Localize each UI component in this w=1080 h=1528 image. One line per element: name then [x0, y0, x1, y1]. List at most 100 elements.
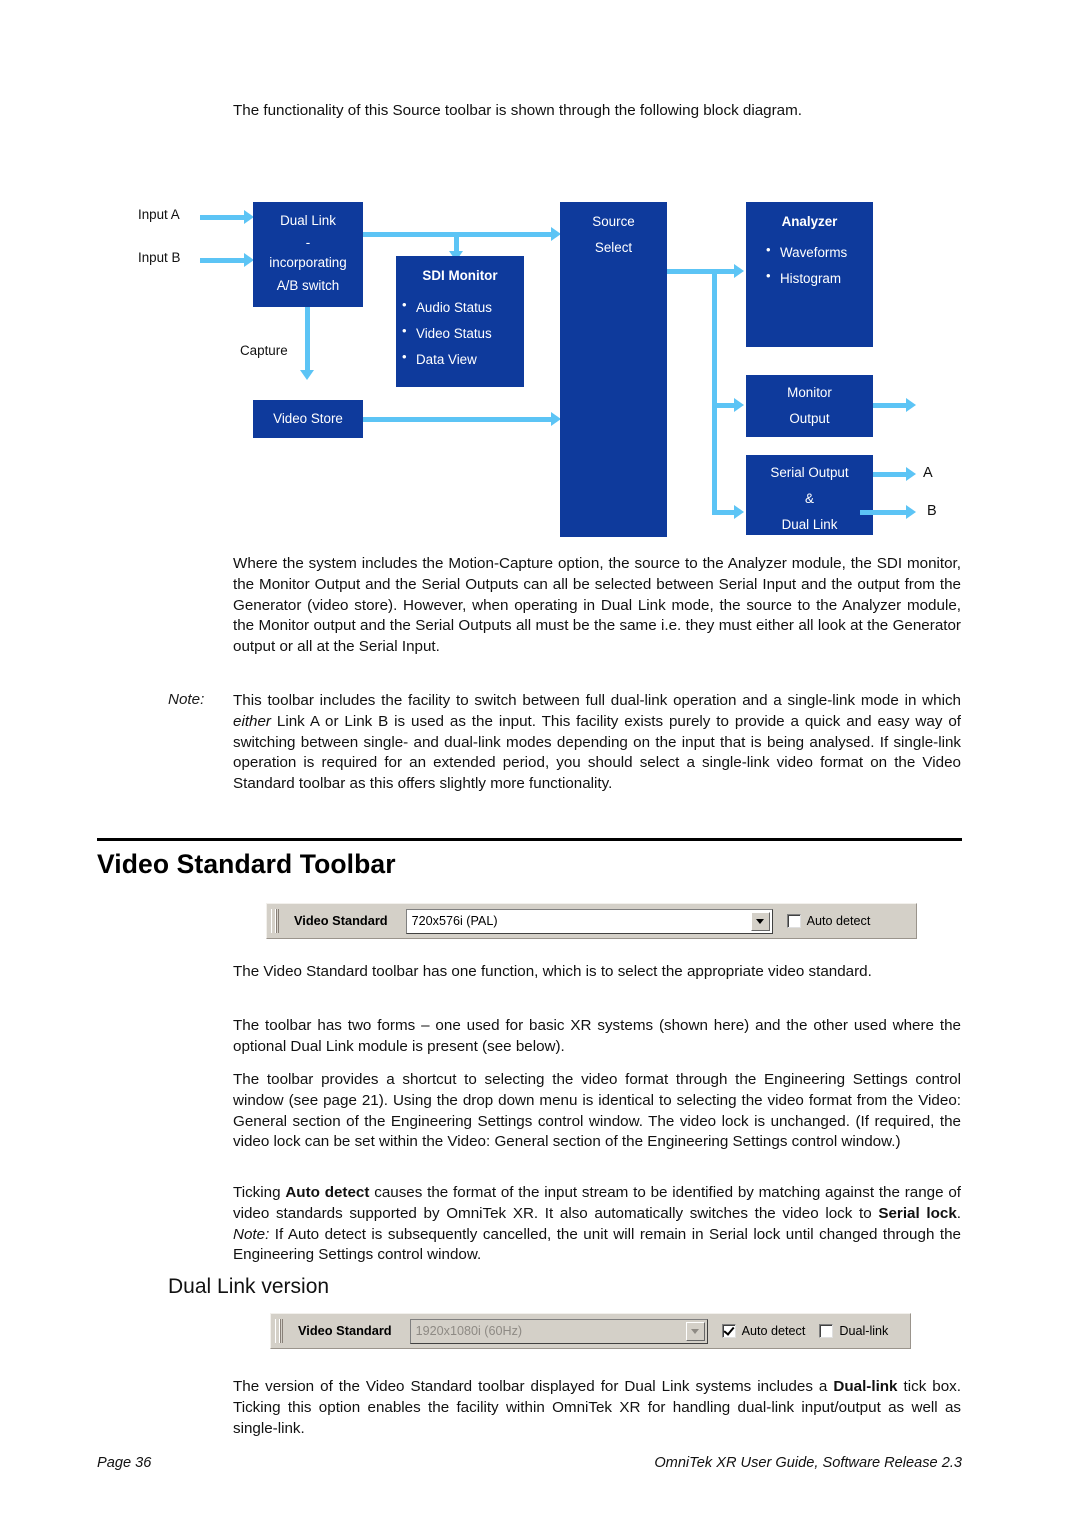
- dual-link-line4: A/B switch: [276, 278, 340, 293]
- paragraph-one-function: The Video Standard toolbar has one funct…: [233, 963, 872, 980]
- auto-detect-label: Auto detect: [806, 914, 871, 928]
- source-select-line1: Source: [592, 214, 635, 229]
- source-select-line2: Select: [594, 240, 633, 255]
- arrow-vs-to-source-line: [363, 417, 557, 422]
- monitor-output-line2: Output: [789, 411, 830, 426]
- chevron-down-icon[interactable]: [750, 911, 770, 931]
- arrow-serial-a-line: [873, 472, 909, 477]
- dual-link-checkbox[interactable]: Dual-link: [819, 1324, 888, 1338]
- sdi-monitor-list: Audio Status Video Status Data View: [396, 292, 524, 373]
- footer-guide-title: OmniTek XR User Guide, Software Release …: [654, 1455, 962, 1471]
- checkbox-box-icon[interactable]: [721, 1324, 736, 1338]
- video-standard-toolbar-dual-link[interactable]: Video Standard 1920x1080i (60Hz) Auto de…: [270, 1313, 911, 1349]
- analyzer-title: Analyzer: [781, 214, 838, 229]
- diagram-box-serial-output: Serial Output & Dual Link: [746, 455, 873, 535]
- serial-output-line1: Serial Output: [770, 465, 849, 480]
- arrow-serial-b-line: [860, 510, 909, 515]
- sdi-monitor-title: SDI Monitor: [422, 268, 498, 283]
- dual-bold-dual-link: Dual-link: [833, 1378, 898, 1395]
- analyzer-item: Histogram: [760, 263, 873, 292]
- note-text-part2: Link A or Link B is used as the input. T…: [233, 712, 961, 793]
- dual-link-line3: incorporating: [269, 255, 347, 270]
- diagram-label-input-b: Input B: [138, 250, 181, 265]
- diagram-box-sdi-monitor: SDI Monitor Audio Status Video Status Da…: [396, 256, 524, 387]
- dual-link-label: Dual-link: [839, 1324, 889, 1338]
- diagram-box-dual-link: Dual Link - incorporating A/B switch: [253, 202, 363, 307]
- diagram-label-capture: Capture: [240, 343, 288, 358]
- diagram-box-source-select: Source Select: [560, 202, 667, 537]
- arrow-capture-line: [305, 307, 310, 375]
- diagram-label-output-b: B: [927, 503, 937, 519]
- ticking-note-label: Note:: [233, 1225, 270, 1243]
- toolbar-grip-handle[interactable]: [275, 1319, 283, 1343]
- dual-text-1: The version of the Video Standard toolba…: [233, 1378, 834, 1395]
- arrow-serial-a-head: [906, 467, 916, 481]
- video-standard-combo-value: 720x576i (PAL): [411, 914, 498, 928]
- analyzer-list: Waveforms Histogram: [746, 237, 873, 292]
- monitor-output-line1: Monitor: [787, 385, 832, 400]
- ticking-text-1: Ticking: [233, 1184, 286, 1201]
- page-title: Video Standard Toolbar: [97, 849, 396, 879]
- paragraph-shortcut: The toolbar provides a shortcut to selec…: [233, 1071, 961, 1151]
- dual-link-line1: Dual Link: [280, 213, 336, 228]
- video-store-line1: Video Store: [273, 411, 343, 426]
- video-standard-combo[interactable]: 720x576i (PAL): [405, 908, 773, 934]
- ticking-text-3: .: [956, 1204, 962, 1222]
- arrow-to-monitor-head: [734, 398, 744, 412]
- diagram-box-monitor-output: Monitor Output: [746, 375, 873, 437]
- checkbox-box-icon[interactable]: [819, 1324, 834, 1338]
- note-paragraph: This toolbar includes the facility to sw…: [233, 691, 961, 795]
- footer-page-number: Page 36: [97, 1455, 152, 1471]
- arrow-dl-to-source-line: [363, 232, 557, 237]
- auto-detect-checkbox[interactable]: Auto detect: [721, 1324, 806, 1338]
- subsection-heading-dual-link: Dual Link version: [168, 1275, 330, 1298]
- arrow-to-serial-line: [712, 510, 736, 515]
- note-emphasis: either: [233, 712, 271, 730]
- toolbar-grip-handle[interactable]: [271, 909, 279, 933]
- ticking-text-4: If Auto detect is subsequently cancelled…: [233, 1225, 961, 1264]
- arrow-to-monitor-line: [712, 403, 736, 408]
- page-footer: Page 36 OmniTek XR User Guide, Software …: [97, 1455, 962, 1471]
- checkbox-box-icon[interactable]: [786, 914, 801, 928]
- serial-output-line3: Dual Link: [781, 517, 838, 532]
- chevron-down-icon[interactable]: [685, 1321, 705, 1341]
- diagram-box-video-store: Video Store: [253, 400, 363, 438]
- ticking-bold-serial-lock: Serial lock: [878, 1204, 957, 1222]
- arrow-to-analyzer-head: [734, 264, 744, 278]
- arrow-input-b-line: [200, 258, 246, 263]
- video-standard-combo[interactable]: 1920x1080i (60Hz): [409, 1318, 708, 1344]
- paragraph-ticking: Ticking Auto detect causes the format of…: [233, 1183, 961, 1266]
- section-heading-block: Video Standard Toolbar: [97, 838, 962, 880]
- document-page: The functionality of this Source toolbar…: [0, 0, 1080, 1528]
- video-standard-button[interactable]: Video Standard: [284, 908, 398, 934]
- ticking-bold-auto-detect: Auto detect: [285, 1184, 370, 1201]
- note-text-part1: This toolbar includes the facility to sw…: [233, 692, 961, 709]
- arrow-to-serial-head: [734, 505, 744, 519]
- video-standard-toolbar-basic[interactable]: Video Standard 720x576i (PAL) Auto detec…: [266, 903, 917, 939]
- paragraph-two-forms: The toolbar has two forms – one used for…: [233, 1017, 961, 1055]
- bus-vertical-line: [712, 269, 717, 515]
- source-toolbar-block-diagram: Input A Input B Capture A B Dual Link - …: [0, 185, 1080, 550]
- diagram-label-input-a: Input A: [138, 207, 180, 222]
- dual-link-line2: -: [305, 235, 311, 250]
- sdi-monitor-item: Audio Status: [396, 292, 524, 321]
- auto-detect-label: Auto detect: [741, 1324, 806, 1338]
- paragraph-dual-link: The version of the Video Standard toolba…: [233, 1377, 961, 1439]
- arrow-input-a-line: [200, 215, 246, 220]
- sdi-monitor-item: Data View: [396, 344, 524, 373]
- auto-detect-checkbox[interactable]: Auto detect: [786, 914, 871, 928]
- heading-rule: [97, 838, 962, 841]
- arrow-monitor-out-line: [873, 403, 909, 408]
- arrow-to-analyzer-line: [690, 269, 736, 274]
- video-standard-button[interactable]: Video Standard: [288, 1318, 402, 1344]
- analyzer-item: Waveforms: [760, 237, 873, 266]
- note-label: Note:: [168, 691, 205, 708]
- diagram-label-output-a: A: [923, 465, 933, 481]
- diagram-box-analyzer: Analyzer Waveforms Histogram: [746, 202, 873, 347]
- paragraph-motion-capture: Where the system includes the Motion-Cap…: [233, 555, 961, 656]
- serial-output-line2: &: [805, 491, 814, 506]
- sdi-monitor-item: Video Status: [396, 318, 524, 347]
- intro-paragraph: The functionality of this Source toolbar…: [233, 102, 802, 119]
- arrow-monitor-out-head: [906, 398, 916, 412]
- video-standard-combo-value: 1920x1080i (60Hz): [415, 1324, 523, 1338]
